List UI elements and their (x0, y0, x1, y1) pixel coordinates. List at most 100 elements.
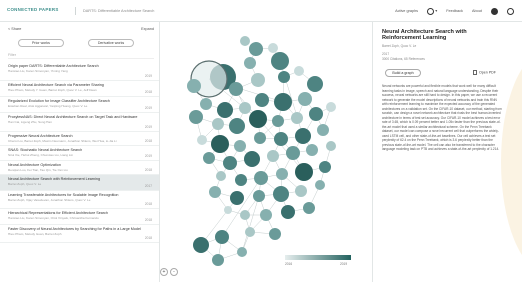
paper-node[interactable] (291, 112, 303, 124)
build-graph-button[interactable]: Build a graph (385, 69, 421, 77)
paper-node[interactable] (273, 186, 289, 202)
zoom-out-button[interactable]: - (170, 268, 178, 276)
user-icon[interactable] (490, 7, 498, 15)
divider (75, 7, 76, 15)
logo[interactable]: CONNECTED PAPERS (7, 7, 59, 12)
paper-node[interactable] (240, 210, 250, 220)
paper-authors[interactable]: Barret Zoph, Quoc V. Le (382, 44, 500, 48)
paper-node[interactable] (229, 82, 243, 96)
paper-list-item[interactable]: ProxylessNAS: Direct Neural Architecture… (0, 113, 159, 132)
paper-node[interactable] (295, 128, 311, 144)
paper-node[interactable] (235, 174, 247, 186)
paper-node[interactable] (215, 230, 229, 244)
paper-node[interactable] (271, 52, 289, 70)
paper-node[interactable] (319, 161, 331, 173)
paper-node[interactable] (255, 93, 269, 107)
paper-node[interactable] (298, 92, 312, 106)
paper-node[interactable] (303, 202, 315, 214)
paper-node[interactable] (249, 110, 267, 128)
paper-node[interactable] (260, 209, 272, 221)
paper-node[interactable] (317, 124, 329, 136)
paper-node[interactable] (254, 171, 268, 185)
paper-node[interactable] (269, 228, 281, 240)
settings-icon[interactable] (507, 7, 514, 15)
paper-node[interactable] (211, 135, 229, 153)
open-pdf-link[interactable]: Open PDF (473, 70, 496, 75)
paper-node[interactable] (254, 132, 266, 144)
expand-button[interactable]: Expand (141, 27, 154, 31)
paper-node[interactable] (230, 191, 244, 205)
paper-node[interactable] (274, 132, 288, 146)
paper-node[interactable] (326, 141, 336, 151)
paper-node[interactable] (216, 171, 226, 181)
paper-node[interactable] (229, 118, 245, 134)
zoom-in-button[interactable]: + (160, 268, 168, 276)
active-graphs-button[interactable]: Active graphs ▾ (387, 6, 437, 16)
paper-node[interactable] (295, 163, 313, 181)
paper-node[interactable] (295, 185, 307, 197)
about-link[interactable]: About (472, 9, 482, 13)
paper-list-item[interactable]: Faster Discovery of Neural Architectures… (0, 225, 159, 243)
paper-item-title: Faster Discovery of Neural Architectures… (8, 227, 141, 231)
paper-node[interactable] (306, 144, 318, 156)
pdf-icon (473, 70, 477, 75)
filter-input[interactable]: Filter (8, 53, 154, 59)
paper-node[interactable] (212, 118, 224, 130)
paper-node[interactable] (309, 107, 323, 121)
paper-node[interactable] (307, 76, 323, 92)
paper-node[interactable] (294, 66, 304, 76)
paper-node[interactable] (203, 152, 215, 164)
paper-node[interactable] (224, 206, 232, 214)
derivative-works-button[interactable]: Derivative works (88, 39, 134, 47)
paper-node[interactable] (240, 36, 250, 46)
paper-node[interactable] (274, 93, 292, 111)
paper-node[interactable] (267, 150, 279, 162)
paper-node[interactable] (276, 168, 288, 180)
paper-list-item[interactable]: SNAS: Stochastic Neural Architecture Sea… (0, 146, 159, 161)
share-button[interactable]: < Share (8, 27, 21, 31)
paper-node[interactable] (326, 102, 336, 112)
paper-list-item[interactable]: Regularized Evolution for Image Classifi… (0, 97, 159, 113)
paper-node[interactable] (197, 135, 207, 145)
prior-works-button[interactable]: Prior works (18, 39, 64, 47)
paper-node[interactable] (212, 254, 224, 266)
paper-list-item[interactable]: Progressive Neural Architecture Search Ch… (0, 132, 159, 146)
paper-node[interactable] (286, 146, 300, 160)
paper-list-item[interactable]: Efficient Neural Architecture Search via… (0, 81, 159, 97)
paper-item-title: Regularized Evolution for Image Classifi… (8, 99, 110, 103)
graph-canvas[interactable]: 2016 2019 + - (160, 22, 372, 282)
paper-node[interactable] (278, 71, 290, 83)
paper-list-item[interactable]: Hierarchical Representations for Efficie… (0, 209, 159, 225)
paper-node[interactable] (244, 57, 256, 69)
paper-node[interactable] (217, 102, 233, 118)
paper-list-item[interactable]: Learning Transferable Architectures for … (0, 191, 159, 209)
paper-node[interactable] (193, 237, 209, 253)
paper-node[interactable] (249, 42, 263, 56)
paper-item-authors: Sirui Xie, Hehui Zheng, Chunxiao Liu, Li… (8, 152, 74, 157)
paper-node[interactable] (253, 190, 265, 202)
paper-node[interactable] (272, 115, 284, 127)
paper-title[interactable]: Neural Architecture Search with Reinforc… (382, 29, 500, 42)
paper-node[interactable] (245, 227, 255, 237)
paper-node[interactable] (268, 43, 278, 53)
paper-node[interactable] (189, 110, 203, 124)
paper-node[interactable] (209, 186, 221, 198)
breadcrumb-origin-paper[interactable]: DARTS: Differentiable Architecture Searc… (83, 9, 154, 13)
paper-item-title: Origin paper DARTS: Differentiable Archi… (8, 64, 99, 68)
paper-list-item[interactable]: Neural Architecture Optimization Renqian … (0, 161, 159, 175)
paper-node[interactable] (244, 151, 260, 167)
paper-node[interactable] (200, 98, 212, 110)
paper-node[interactable] (251, 73, 265, 87)
feedback-link[interactable]: Feedback (446, 9, 463, 13)
paper-node[interactable] (187, 79, 201, 93)
paper-node[interactable] (239, 102, 251, 114)
graph-count-icon (427, 7, 435, 15)
paper-list-item[interactable]: Neural Architecture Search with Reinforc… (0, 175, 159, 191)
paper-node[interactable] (237, 247, 247, 257)
paper-node[interactable] (223, 156, 237, 170)
paper-list-item[interactable]: Origin paper DARTS: Differentiable Archi… (0, 62, 159, 81)
paper-node[interactable] (281, 205, 295, 219)
citation-graph[interactable] (160, 22, 372, 282)
paper-node[interactable] (315, 180, 325, 190)
paper-node[interactable] (234, 140, 246, 152)
